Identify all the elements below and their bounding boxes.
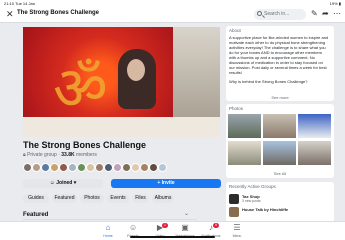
see-all-photos-link[interactable]: See All [226, 171, 334, 176]
nav-menu[interactable]: ☰ Menu [222, 223, 252, 239]
avatar[interactable] [104, 163, 113, 172]
recent-groups-header: Recently Active Groups [229, 184, 276, 189]
avatar[interactable] [32, 163, 41, 172]
photo-thumbnail[interactable] [298, 114, 331, 138]
recent-groups-panel: Recently Active Groups Tax Shop 3 new po… [226, 182, 334, 222]
plus-icon: + [157, 180, 161, 186]
tab-events[interactable]: Events [107, 194, 129, 203]
lock-icon: 🔒︎ [23, 152, 26, 158]
photo-thumbnail[interactable] [263, 141, 296, 165]
about-paragraph: A supportive place for like-minded women… [229, 35, 329, 75]
photo-thumbnail[interactable] [298, 141, 331, 165]
about-header: About [229, 28, 241, 33]
cover-photo[interactable]: ॐ [23, 27, 220, 137]
share-icon[interactable]: ➦ [322, 9, 329, 18]
avatar[interactable] [113, 163, 122, 172]
group-privacy: Private group [27, 152, 57, 158]
tab-featured[interactable]: Featured [52, 194, 77, 203]
about-panel: About A supportive place for like-minded… [226, 26, 334, 101]
joined-label: Joined [56, 180, 73, 186]
people-icon: ☺ [49, 180, 55, 186]
friends-icon: ☺ [129, 223, 138, 232]
more-icon[interactable]: ⋯ [333, 9, 341, 18]
featured-heading: Featured [23, 212, 49, 218]
pin-icon[interactable]: ✎ [311, 9, 318, 18]
avatar[interactable] [149, 163, 158, 172]
tab-photos[interactable]: Photos [80, 194, 104, 203]
list-item[interactable]: House Talk by Hinchliffe [229, 207, 329, 217]
photos-header: Photos [229, 106, 244, 111]
close-icon[interactable]: ✕ [6, 9, 14, 19]
avatar[interactable] [50, 163, 59, 172]
avatar[interactable] [158, 163, 167, 172]
marketplace-icon: ▣ [181, 223, 189, 232]
group-item-sub: 3 new posts [242, 199, 261, 203]
avatar[interactable] [131, 163, 140, 172]
list-item[interactable]: Tax Shop 3 new posts [229, 194, 329, 204]
invite-label: Invite [161, 180, 175, 186]
group-thumbnail [229, 207, 239, 217]
nav-label: Menu [232, 234, 242, 238]
home-icon: ⌂ [105, 223, 111, 232]
about-body: A supportive place for like-minded women… [229, 35, 329, 88]
notification-badge: 1 [162, 223, 168, 228]
app-bar-title: The Strong Bones Challenge [17, 10, 100, 16]
app-bar: ✕ The Strong Bones Challenge Search in..… [0, 6, 345, 23]
home-indicator [130, 236, 215, 238]
cover-person-face [127, 59, 145, 81]
search-placeholder: Search in... [264, 11, 290, 17]
notification-badge: 9 [213, 223, 219, 228]
chevron-down-icon: ▾ [73, 180, 77, 186]
avatar[interactable] [41, 163, 50, 172]
photo-thumbnail[interactable] [263, 114, 296, 138]
photo-thumbnail[interactable] [228, 114, 261, 138]
avatar[interactable] [23, 163, 32, 172]
joined-button[interactable]: ☺ Joined ▾ [23, 179, 103, 188]
search-input[interactable]: Search in... [254, 9, 306, 20]
chevron-down-icon[interactable]: ⌄ [184, 210, 189, 217]
see-more-link[interactable]: See more [226, 95, 334, 100]
tab-files[interactable]: Files [132, 194, 149, 203]
divider [23, 219, 197, 220]
about-paragraph: Why is behind the Strong Bones Challenge… [229, 79, 308, 84]
cover-decoration: ॐ [53, 54, 108, 124]
photos-panel: Photos See All [226, 104, 334, 178]
group-meta: 🔒︎ Private group · 33.8K members [23, 152, 97, 158]
invite-button[interactable]: + Invite [111, 179, 221, 188]
members-label[interactable]: members [76, 152, 97, 158]
avatar[interactable] [59, 163, 68, 172]
avatar[interactable] [86, 163, 95, 172]
group-name: The Strong Bones Challenge [23, 140, 147, 150]
avatar[interactable] [68, 163, 77, 172]
members-count[interactable]: 33.8K [61, 152, 74, 158]
avatar[interactable] [140, 163, 149, 172]
group-thumbnail [229, 194, 239, 204]
tab-guides[interactable]: Guides [23, 194, 49, 203]
menu-icon: ☰ [233, 223, 241, 232]
avatar[interactable] [95, 163, 104, 172]
group-item-name: House Talk by Hinchliffe [242, 207, 289, 212]
photo-thumbnail[interactable] [228, 141, 261, 165]
search-icon [257, 11, 262, 16]
cover-table [23, 117, 220, 137]
tab-albums[interactable]: Albums [152, 194, 174, 203]
avatar[interactable] [77, 163, 86, 172]
avatar[interactable] [122, 163, 131, 172]
